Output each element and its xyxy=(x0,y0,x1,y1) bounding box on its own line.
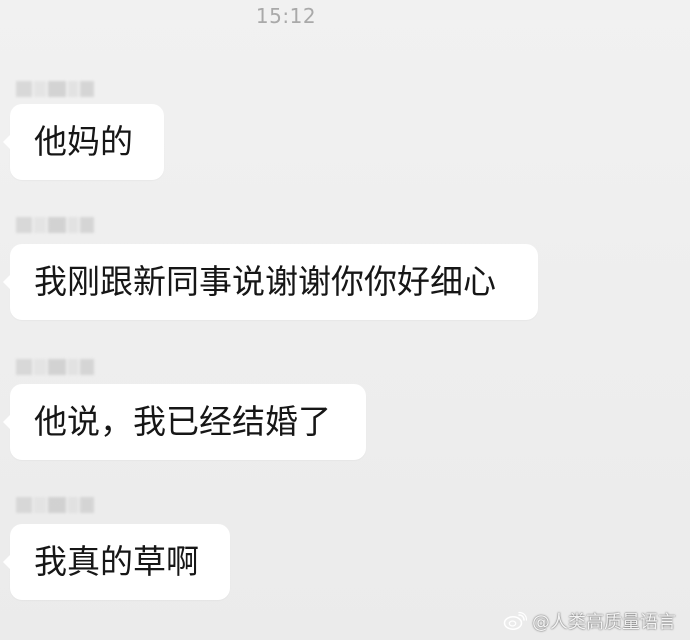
message-bubble[interactable]: 我真的草啊 xyxy=(3,524,230,600)
blurred-sender-name xyxy=(16,214,94,236)
watermark: @人类高质量语言 xyxy=(503,608,676,634)
weibo-icon xyxy=(503,611,528,631)
message-text: 我刚跟新同事说谢谢你你好细心 xyxy=(34,262,496,302)
chat-screen: 15:12 他妈的 我刚跟新同事说谢谢你你好细心 他说，我已经结婚了 我真的草啊… xyxy=(0,0,690,640)
message-text: 他妈的 xyxy=(34,122,133,162)
message-bubble[interactable]: 他妈的 xyxy=(3,104,164,180)
blurred-sender-name xyxy=(16,494,94,516)
message-text: 他说，我已经结婚了 xyxy=(34,402,331,442)
message-timestamp: 15:12 xyxy=(255,4,317,28)
message-text: 我真的草啊 xyxy=(34,542,199,582)
blurred-sender-name xyxy=(16,356,94,378)
blurred-sender-name xyxy=(16,78,94,100)
message-bubble[interactable]: 他说，我已经结婚了 xyxy=(3,384,366,460)
message-bubble[interactable]: 我刚跟新同事说谢谢你你好细心 xyxy=(3,244,538,320)
watermark-text: @人类高质量语言 xyxy=(532,612,676,633)
